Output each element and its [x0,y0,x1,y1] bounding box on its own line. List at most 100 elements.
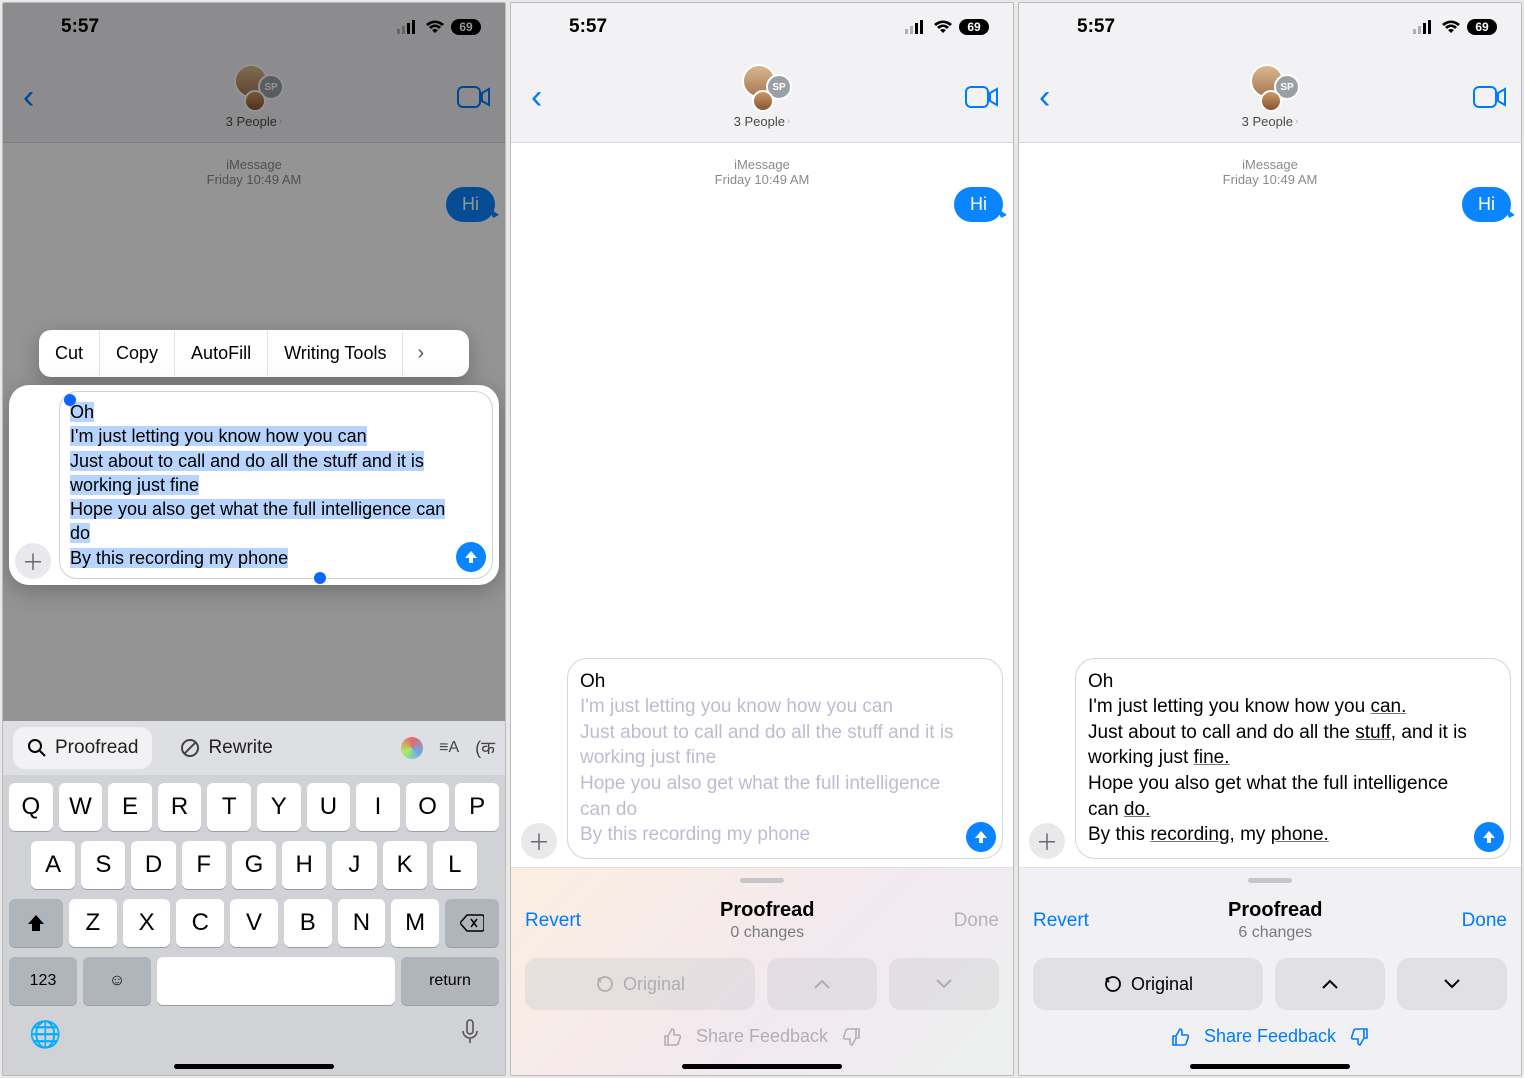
facetime-button[interactable] [1473,86,1507,108]
chevron-up-icon [813,978,831,990]
chevron-down-icon [1443,978,1461,990]
key-shift[interactable] [9,899,63,947]
key-g[interactable]: G [232,841,276,889]
dictate-button[interactable] [461,1019,479,1050]
keyboard[interactable]: Q W E R T Y U I O P A S D F G H J K L Z [3,775,505,1075]
home-indicator[interactable] [1190,1064,1350,1069]
key-123[interactable]: 123 [9,957,77,1005]
key-m[interactable]: M [391,899,439,947]
chat-title-group[interactable]: SP 3 People› [732,64,792,129]
proofread-panel: Revert Proofread 6 changes Done Original [1019,867,1521,1075]
lang-icon[interactable]: (क [475,736,495,760]
key-z[interactable]: Z [69,899,117,947]
done-button[interactable]: Done [954,910,999,932]
compose-textfield[interactable]: Oh I'm just letting you know how you can… [59,391,493,579]
next-change-button[interactable] [889,958,999,1010]
share-feedback-row[interactable]: Share Feedback [525,1026,999,1047]
prev-change-button[interactable] [767,958,877,1010]
key-v[interactable]: V [230,899,278,947]
cellular-icon [1413,20,1435,34]
home-indicator[interactable] [174,1064,334,1069]
cellular-icon [905,20,927,34]
original-button[interactable]: Original [1033,958,1263,1010]
key-backspace[interactable] [445,899,499,947]
next-change-button[interactable] [1397,958,1507,1010]
key-return[interactable]: return [401,957,499,1005]
attach-button[interactable]: ＋ [15,543,51,579]
facetime-button[interactable] [965,86,999,108]
attach-button[interactable]: ＋ [521,823,557,859]
key-o[interactable]: O [406,783,450,831]
back-button[interactable]: ‹ [1033,80,1056,114]
proofread-button[interactable]: Proofread [13,727,152,769]
key-p[interactable]: P [455,783,499,831]
chevron-right-icon: › [279,116,282,127]
key-a[interactable]: A [31,841,75,889]
key-space[interactable] [157,957,395,1005]
selection-handle-end[interactable] [314,572,326,584]
key-y[interactable]: Y [257,783,301,831]
status-bar: 5:57 69 [3,3,505,51]
thumbs-down-icon [842,1027,862,1047]
selection-handle-start[interactable] [64,394,76,406]
ai-icon[interactable] [401,737,423,759]
key-x[interactable]: X [123,899,171,947]
key-j[interactable]: J [332,841,376,889]
facetime-button[interactable] [457,86,491,108]
compose-textfield[interactable]: Oh I'm just letting you know how you can… [1075,658,1511,859]
prev-change-button[interactable] [1275,958,1385,1010]
key-b[interactable]: B [284,899,332,947]
key-e[interactable]: E [108,783,152,831]
attach-button[interactable]: ＋ [1029,823,1065,859]
outgoing-message[interactable]: Hi [446,187,495,222]
chat-title-group[interactable]: SP 3 People› [1240,64,1300,129]
key-n[interactable]: N [338,899,386,947]
chat-title-group[interactable]: SP 3 People› [224,64,284,129]
rewrite-button[interactable]: Rewrite [166,727,286,769]
menu-copy[interactable]: Copy [100,331,175,376]
key-r[interactable]: R [158,783,202,831]
revert-button[interactable]: Revert [525,910,581,932]
status-bar: 5:57 69 [1019,3,1521,51]
revert-icon [595,974,615,994]
status-time: 5:57 [1077,16,1115,38]
key-s[interactable]: S [81,841,125,889]
key-w[interactable]: W [59,783,103,831]
compose-textfield[interactable]: Oh I'm just letting you know how you can… [567,658,1003,859]
key-emoji[interactable]: ☺ [83,957,151,1005]
panel-grabber[interactable] [740,878,784,883]
compose-row: ＋ Oh I'm just letting you know how you c… [511,650,1013,867]
back-button[interactable]: ‹ [17,80,40,114]
original-button[interactable]: Original [525,958,755,1010]
mic-icon [461,1019,479,1045]
globe-button[interactable]: 🌐 [29,1019,61,1050]
done-button[interactable]: Done [1462,910,1507,932]
key-k[interactable]: K [383,841,427,889]
key-t[interactable]: T [207,783,251,831]
revert-button[interactable]: Revert [1033,910,1089,932]
menu-autofill[interactable]: AutoFill [175,331,268,376]
menu-cut[interactable]: Cut [39,331,100,376]
key-d[interactable]: D [131,841,175,889]
format-icon[interactable]: ≡A [439,739,459,757]
outgoing-message[interactable]: Hi [1462,187,1511,222]
send-button[interactable] [1474,822,1504,852]
menu-more[interactable]: › [403,330,438,377]
outgoing-message[interactable]: Hi [954,187,1003,222]
panel-grabber[interactable] [1248,878,1292,883]
text-edit-menu: Cut Copy AutoFill Writing Tools › [39,330,469,377]
key-l[interactable]: L [433,841,477,889]
key-c[interactable]: C [176,899,224,947]
thumbs-up-icon [1170,1027,1190,1047]
send-button[interactable] [456,542,486,572]
key-h[interactable]: H [282,841,326,889]
back-button[interactable]: ‹ [525,80,548,114]
share-feedback-row[interactable]: Share Feedback [1033,1026,1507,1047]
key-u[interactable]: U [307,783,351,831]
key-f[interactable]: F [182,841,226,889]
key-q[interactable]: Q [9,783,53,831]
send-button[interactable] [966,822,996,852]
home-indicator[interactable] [682,1064,842,1069]
key-i[interactable]: I [356,783,400,831]
menu-writing-tools[interactable]: Writing Tools [268,331,403,376]
